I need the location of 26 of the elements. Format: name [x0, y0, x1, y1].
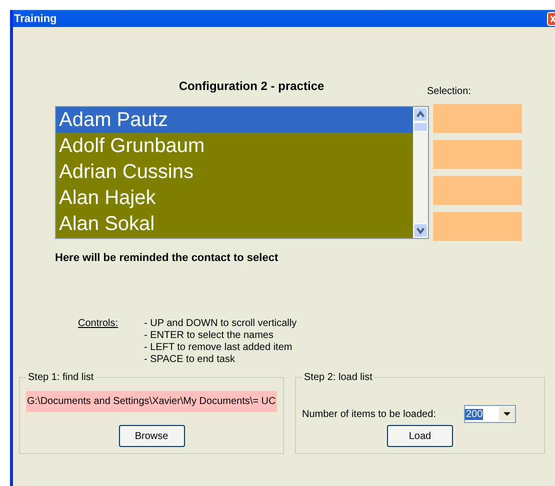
control-hint: - SPACE to end task — [144, 354, 236, 366]
reminder-text: Here will be reminded the contact to select — [55, 252, 280, 264]
group-title: Step 2: load list — [303, 372, 374, 383]
selection-label: Selection: — [427, 86, 472, 97]
scroll-thumb[interactable] — [413, 122, 428, 132]
items-count-label: Number of items to be loaded: — [302, 408, 436, 420]
close-button[interactable] — [547, 12, 555, 26]
control-hint: - ENTER to select the names — [144, 330, 274, 342]
control-hint: - UP and DOWN to scroll vertically — [144, 318, 297, 330]
list-item[interactable]: Alan Sokal — [56, 211, 413, 237]
path-field: G:\Documents and Settings\Xavier\My Documents\= UC — [26, 391, 277, 412]
scroll-up-icon[interactable] — [413, 107, 428, 122]
list-item[interactable]: Alan Hajek — [56, 185, 413, 211]
list-item[interactable]: Adam Pautz — [56, 107, 413, 133]
list-item[interactable]: Adolf Grunbaum — [56, 133, 413, 159]
controls-label: Controls: — [78, 318, 120, 331]
group-title: Step 1: find list — [27, 372, 95, 383]
items-count-dropdown[interactable]: 200 — [464, 405, 516, 423]
heading: Configuration 2 - practice — [178, 79, 326, 93]
browse-button[interactable]: Browse — [118, 425, 184, 447]
list-item[interactable]: Adrian Cussins — [56, 159, 413, 185]
window-title: Training — [13, 12, 57, 24]
scroll-down-icon[interactable] — [413, 223, 428, 238]
control-hint: - LEFT to remove last added item — [144, 342, 294, 354]
scrollbar[interactable] — [413, 107, 428, 238]
load-button[interactable]: Load — [387, 425, 453, 447]
